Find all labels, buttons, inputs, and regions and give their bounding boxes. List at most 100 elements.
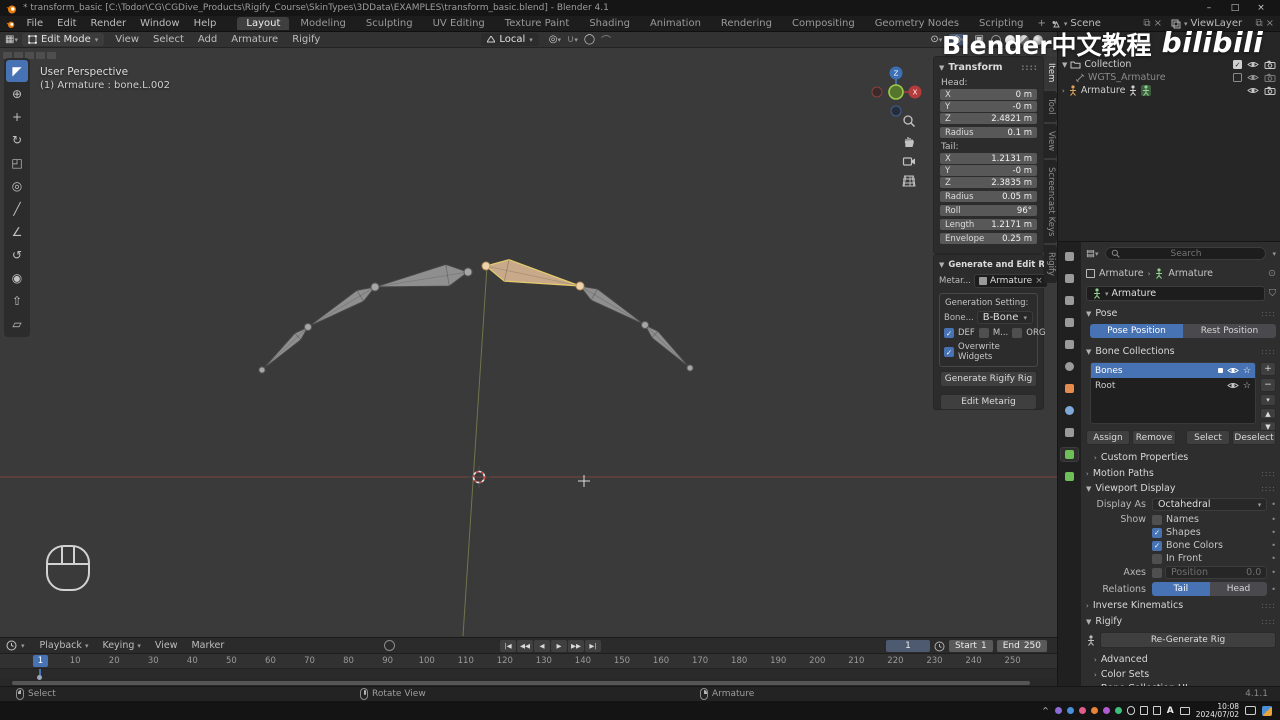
jump-to-end-button[interactable]: ▶| xyxy=(585,640,601,652)
assign-button[interactable]: Assign xyxy=(1086,430,1130,445)
end-frame-field[interactable]: End 250 xyxy=(996,640,1047,652)
bone-joint[interactable] xyxy=(304,323,312,331)
workspace-tab-rendering[interactable]: Rendering xyxy=(712,17,781,30)
datablock-field[interactable]: ▾ Armature xyxy=(1086,286,1265,301)
workspace-tab-uv-editing[interactable]: UV Editing xyxy=(424,17,494,30)
tray-expand-icon[interactable]: ^ xyxy=(1042,706,1049,715)
bone-collections-header[interactable]: ▼ Bone Collections :::: xyxy=(1086,346,1276,357)
checkbox-bone-colors[interactable]: ✓ xyxy=(1152,540,1162,551)
options-dropdown-icon[interactable]: ▾ xyxy=(1272,250,1276,258)
proportional-editing-icon[interactable]: ◯ xyxy=(584,34,595,45)
blender-menu-icon[interactable] xyxy=(6,18,15,30)
frame-tick-140[interactable]: 140 xyxy=(575,656,591,666)
bone-joint[interactable] xyxy=(370,282,380,292)
taskbar-clock[interactable]: 10:08 2024/07/02 xyxy=(1196,702,1239,719)
frame-tick-240[interactable]: 240 xyxy=(965,656,981,666)
properties-tab-constraints-icon[interactable] xyxy=(1061,426,1078,439)
outliner-row-wgts[interactable]: WGTS_Armature xyxy=(1058,71,1280,84)
timeline-menu-keying[interactable]: Keying ▾ xyxy=(95,640,147,651)
mode-dropdown[interactable]: Edit Mode ▾ xyxy=(21,33,105,46)
timeline-menu-playback[interactable]: Playback ▾ xyxy=(33,640,96,651)
unlink-scene-icon[interactable]: ⧉ xyxy=(1143,18,1150,29)
animate-dot-icon[interactable]: • xyxy=(1271,554,1276,563)
mch-checkbox[interactable] xyxy=(978,328,989,338)
frame-tick-100[interactable]: 100 xyxy=(419,656,435,666)
outliner-row-armature[interactable]: › Armature xyxy=(1058,84,1280,97)
frame-tick-190[interactable]: 190 xyxy=(770,656,786,666)
transform-field-y[interactable]: Y -0 m xyxy=(940,165,1037,176)
frame-tick-20[interactable]: 20 xyxy=(109,656,120,666)
hide-eye-icon[interactable] xyxy=(1247,86,1259,95)
tray-display-icon[interactable] xyxy=(1139,706,1148,715)
properties-tab-world-icon[interactable] xyxy=(1061,360,1078,373)
tray-icon[interactable] xyxy=(1078,707,1086,714)
properties-tab-output-icon[interactable] xyxy=(1061,294,1078,307)
disable-render-camera-icon[interactable] xyxy=(1264,60,1276,69)
properties-tab-object-icon[interactable] xyxy=(1061,382,1078,395)
tray-icon[interactable] xyxy=(1066,707,1074,714)
maximize-button[interactable]: □ xyxy=(1222,3,1248,13)
tray-volume-icon[interactable] xyxy=(1152,706,1161,715)
properties-tab-tool-icon[interactable] xyxy=(1061,250,1078,263)
menu-edit[interactable]: Edit xyxy=(50,18,83,29)
rigify-panel-header[interactable]: ▼ Generate and Edit Rigify rig :::: xyxy=(934,258,1057,272)
rest-position-button[interactable]: Rest Position xyxy=(1183,324,1276,338)
editor-type-icon[interactable]: ▦▾ xyxy=(5,34,18,45)
properties-tab-physics-icon[interactable] xyxy=(1061,404,1078,417)
bone-joint[interactable] xyxy=(641,321,649,329)
bone-joint[interactable] xyxy=(686,364,694,372)
frame-tick-30[interactable]: 30 xyxy=(148,656,159,666)
bone-joint[interactable] xyxy=(463,267,473,277)
metarig-field[interactable]: Armature × xyxy=(973,274,1048,288)
properties-tab-bone-icon[interactable] xyxy=(1061,470,1078,483)
regenerate-rig-button[interactable]: Re-Generate Rig xyxy=(1100,632,1276,648)
hide-eye-icon[interactable] xyxy=(1247,60,1259,69)
transform-field-y[interactable]: Y -0 m xyxy=(940,101,1037,112)
shading-material-icon[interactable] xyxy=(1019,34,1029,45)
workspace-tab-layout[interactable]: Layout xyxy=(237,17,290,30)
frame-tick-70[interactable]: 70 xyxy=(304,656,315,666)
hide-eye-icon[interactable] xyxy=(1247,73,1259,82)
pose-position-button[interactable]: Pose Position xyxy=(1090,324,1183,338)
bone[interactable] xyxy=(374,263,469,288)
shading-solid-icon[interactable] xyxy=(1005,34,1015,45)
viewlayer-selector[interactable]: ViewLayer xyxy=(1190,18,1252,29)
transform-field-roll[interactable]: Roll 96° xyxy=(940,205,1037,216)
frame-tick-120[interactable]: 120 xyxy=(497,656,513,666)
transform-field-x[interactable]: X0 m xyxy=(940,89,1037,100)
menu-window[interactable]: Window xyxy=(133,18,186,29)
pan-hand-icon[interactable] xyxy=(902,134,916,148)
frame-tick-60[interactable]: 60 xyxy=(265,656,276,666)
generate-rigify-rig-button[interactable]: Generate Rigify Rig xyxy=(940,371,1037,387)
notification-icon[interactable] xyxy=(1245,706,1256,715)
next-keyframe-button[interactable]: ▶▶ xyxy=(568,640,584,652)
display-as-dropdown[interactable]: Octahedral ▾ xyxy=(1152,498,1268,511)
properties-tab-scene-icon[interactable] xyxy=(1061,338,1078,351)
animate-dot-icon[interactable]: • xyxy=(1271,528,1276,537)
frame-tick-10[interactable]: 10 xyxy=(70,656,81,666)
input-method-indicator[interactable]: A xyxy=(1167,706,1174,716)
drag-handle-icon[interactable]: :::: xyxy=(1261,309,1276,318)
animate-dot-icon[interactable]: • xyxy=(1271,515,1276,524)
frame-tick-110[interactable]: 110 xyxy=(458,656,474,666)
workspace-tab-texture-paint[interactable]: Texture Paint xyxy=(496,17,579,30)
visibility-eye-icon[interactable] xyxy=(1227,366,1239,375)
animate-dot-icon[interactable]: • xyxy=(1271,500,1276,509)
search-field[interactable] xyxy=(1104,247,1267,260)
tray-icon[interactable] xyxy=(1114,707,1122,714)
inverse-kinematics-header[interactable]: › Inverse Kinematics :::: xyxy=(1086,600,1276,611)
playhead-badge[interactable]: 1 xyxy=(33,655,48,667)
frame-tick-40[interactable]: 40 xyxy=(187,656,198,666)
solo-star-icon[interactable]: ☆ xyxy=(1243,366,1251,376)
def-checkbox[interactable]: ✓ xyxy=(944,328,954,338)
animate-dot-icon[interactable]: • xyxy=(1271,585,1276,594)
frame-tick-150[interactable]: 150 xyxy=(614,656,630,666)
advanced-header[interactable]: › Advanced xyxy=(1086,654,1276,665)
orthographic-grid-icon[interactable] xyxy=(902,174,916,188)
add-workspace-button[interactable]: + xyxy=(1033,17,1051,30)
sidebar-tab-tool[interactable]: Tool xyxy=(1044,91,1057,122)
disable-render-camera-icon[interactable] xyxy=(1264,86,1276,95)
rotate-tool[interactable]: ↻ xyxy=(6,129,28,151)
frame-tick-130[interactable]: 130 xyxy=(536,656,552,666)
animate-dot-icon[interactable]: • xyxy=(1271,541,1276,550)
